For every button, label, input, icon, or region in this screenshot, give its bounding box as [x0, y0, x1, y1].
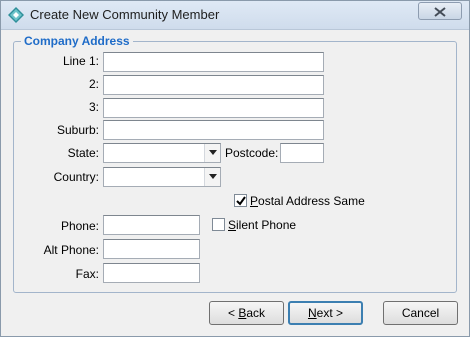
silent-phone-checkbox[interactable] — [212, 218, 225, 231]
suburb-input[interactable] — [103, 120, 324, 140]
line1-label: Line 1: — [62, 54, 99, 68]
line2-input[interactable] — [103, 75, 324, 95]
fax-label: Fax: — [75, 267, 99, 281]
line3-label: 3: — [88, 100, 99, 114]
line3-input[interactable] — [103, 98, 324, 118]
postal-address-same-label[interactable]: Postal Address Same — [250, 194, 365, 208]
state-label: State: — [67, 146, 99, 160]
alt-phone-label: Alt Phone: — [43, 243, 99, 257]
checkmark-icon — [236, 196, 246, 206]
close-button[interactable] — [418, 2, 462, 20]
silent-phone-label[interactable]: Silent Phone — [228, 218, 296, 232]
diamond-app-icon — [8, 7, 24, 23]
postal-address-same-checkbox[interactable] — [234, 194, 247, 207]
window-title: Create New Community Member — [30, 7, 220, 22]
title-bar[interactable]: Create New Community Member — [1, 1, 469, 30]
state-combo[interactable] — [103, 143, 221, 163]
line1-input[interactable] — [103, 52, 324, 72]
line2-label: 2: — [88, 77, 99, 91]
chevron-down-icon — [209, 174, 217, 179]
suburb-label: Suburb: — [56, 123, 99, 137]
phone-label: Phone: — [60, 219, 99, 233]
chevron-down-icon — [209, 150, 217, 155]
back-button[interactable]: < Back — [209, 301, 284, 325]
state-dropdown-button[interactable] — [204, 144, 220, 162]
next-button[interactable]: Next > — [288, 301, 363, 325]
fax-input[interactable] — [103, 263, 200, 283]
group-title: Company Address — [21, 34, 133, 48]
postcode-label: Postcode: — [225, 146, 279, 160]
alt-phone-input[interactable] — [103, 239, 200, 259]
close-icon — [434, 7, 446, 17]
country-dropdown-button[interactable] — [204, 168, 220, 186]
dialog-window: Create New Community Member Company Addr… — [0, 0, 470, 337]
postcode-input[interactable] — [280, 143, 324, 163]
country-combo[interactable] — [103, 167, 221, 187]
country-label: Country: — [53, 170, 99, 184]
phone-input[interactable] — [103, 215, 200, 235]
cancel-button[interactable]: Cancel — [383, 301, 458, 325]
